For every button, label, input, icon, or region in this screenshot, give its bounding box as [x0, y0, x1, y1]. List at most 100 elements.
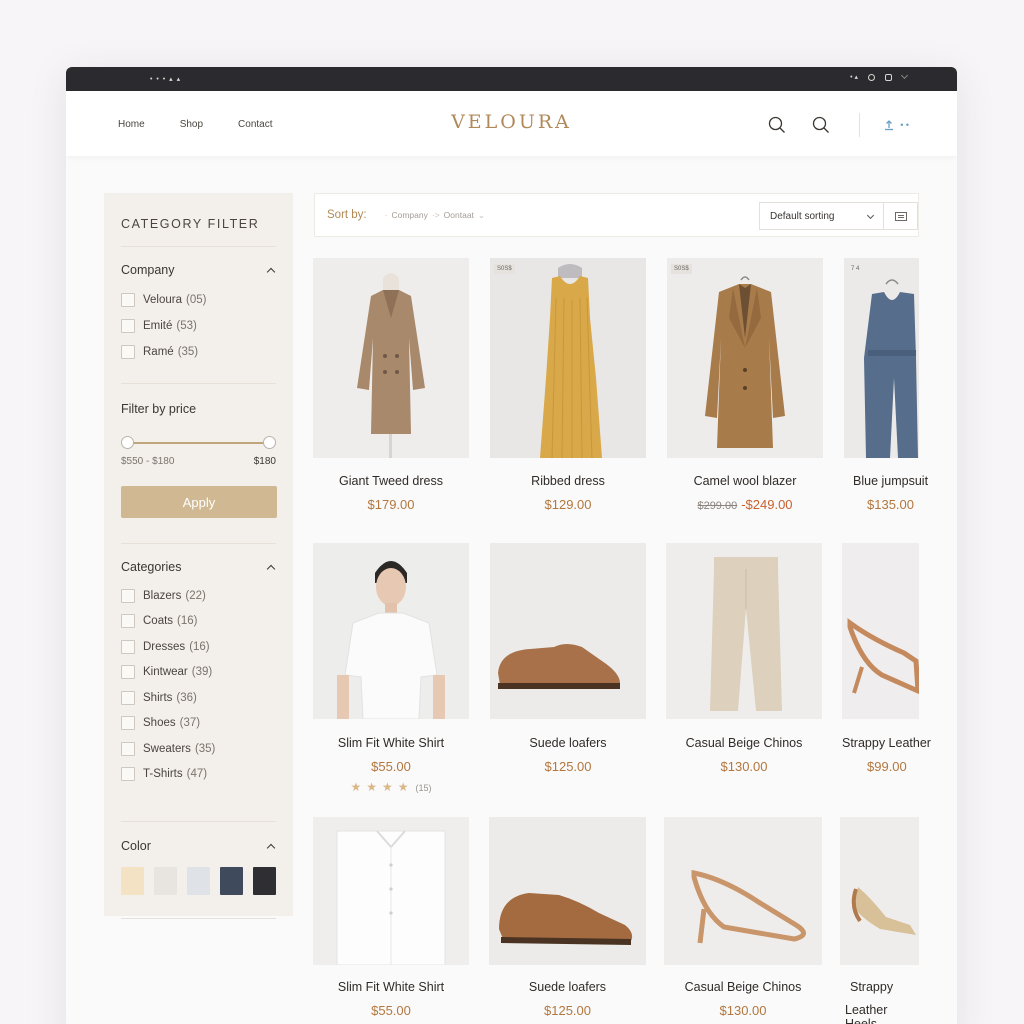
product-card[interactable]: S0S$ Camel wool blazer $299.00 -$249.00	[667, 258, 823, 512]
categories-filter-header[interactable]: Categories	[121, 560, 276, 574]
category-option[interactable]: Shirts (36)	[121, 685, 276, 711]
product-name[interactable]: Slim Fit White Shirt	[313, 736, 469, 750]
product-name[interactable]: Suede loafers	[490, 736, 646, 750]
checkbox[interactable]	[121, 588, 135, 603]
crumb-company[interactable]: Company	[391, 210, 427, 220]
checkbox[interactable]	[121, 293, 135, 307]
review-count: (15)	[415, 783, 432, 793]
color-swatch-navy[interactable]	[220, 867, 243, 895]
option-label: Blazers	[143, 589, 182, 602]
sort-select[interactable]: Default sorting	[759, 202, 884, 230]
product-name[interactable]: Strappy Leather	[842, 736, 931, 750]
product-card[interactable]: Casual Beige Chinos $130.00	[664, 817, 822, 1018]
product-name[interactable]: Giant Tweed dress	[313, 474, 469, 488]
option-count: (35)	[177, 346, 199, 358]
product-card[interactable]: Strappy Leather $99.00	[842, 543, 931, 774]
category-option[interactable]: T-Shirts (47)	[121, 762, 276, 788]
collapse-caret-icon[interactable]	[266, 564, 276, 573]
product-name[interactable]: Casual Beige Chinos	[666, 736, 822, 750]
browser-tab-icon[interactable]	[885, 73, 892, 81]
checkbox[interactable]	[121, 614, 135, 629]
collapse-caret-icon[interactable]	[266, 267, 276, 276]
option-label: Sweaters	[143, 742, 191, 755]
company-option[interactable]: Emité (53)	[121, 313, 276, 339]
product-card[interactable]: Giant Tweed dress $179.00	[313, 258, 469, 512]
product-card[interactable]: Casual Beige Chinos $130.00	[666, 543, 822, 774]
option-count: (53)	[176, 320, 197, 332]
option-count: (22)	[185, 589, 206, 602]
product-name[interactable]: Slim Fit White Shirt	[313, 980, 469, 994]
search-icon-secondary[interactable]	[811, 115, 831, 135]
product-image[interactable]	[490, 543, 646, 719]
color-filter-header[interactable]: Color	[121, 839, 276, 853]
account-icon	[885, 120, 894, 131]
product-name[interactable]: Strappy	[850, 980, 919, 994]
product-image[interactable]	[664, 817, 822, 965]
product-name[interactable]: Casual Beige Chinos	[664, 980, 822, 994]
price-range-slider[interactable]	[121, 436, 276, 450]
product-image[interactable]: 7 4	[844, 258, 919, 458]
price-range-text: $550 - $180	[121, 456, 175, 467]
category-option[interactable]: Shoes (37)	[121, 711, 276, 737]
browser-chrome: • • • ▴ ▴ • ▴	[66, 67, 957, 91]
checkbox[interactable]	[121, 345, 135, 359]
product-image[interactable]	[842, 543, 919, 719]
product-badge: S0S$	[494, 264, 515, 274]
checkbox[interactable]	[121, 665, 135, 680]
category-option[interactable]: Kintwear (39)	[121, 660, 276, 686]
sidebar-divider	[121, 543, 276, 544]
checkbox[interactable]	[121, 716, 135, 731]
slider-max-handle[interactable]	[263, 436, 276, 449]
product-name[interactable]: Blue jumpsuit	[853, 474, 928, 488]
checkbox[interactable]	[121, 319, 135, 333]
color-swatch-charcoal[interactable]	[253, 867, 276, 895]
product-image[interactable]	[313, 817, 469, 965]
color-swatch-cream[interactable]	[121, 867, 144, 895]
company-option[interactable]: Veloura (05)	[121, 287, 276, 313]
company-filter-header[interactable]: Company	[121, 263, 276, 277]
product-image[interactable]	[313, 258, 469, 458]
product-card[interactable]: Slim Fit White Shirt $55.00 ★★★★ (15)	[313, 543, 469, 794]
checkbox[interactable]	[121, 639, 135, 654]
browser-chevron-icon[interactable]	[900, 71, 909, 80]
account-menu[interactable]: • •	[884, 119, 909, 131]
product-image[interactable]	[840, 817, 919, 965]
option-count: (37)	[179, 717, 201, 730]
product-card[interactable]: Suede loafers $125.00	[490, 543, 646, 774]
category-option[interactable]: Sweaters (35)	[121, 736, 276, 762]
browser-search-icon[interactable]	[868, 73, 875, 81]
product-image[interactable]: S0S$	[490, 258, 646, 458]
category-option[interactable]: Blazers (22)	[121, 583, 276, 609]
header-actions: • •	[767, 113, 909, 137]
option-count: (36)	[176, 691, 197, 704]
checkbox[interactable]	[121, 767, 135, 782]
product-name[interactable]: Ribbed dress	[490, 474, 646, 488]
apply-button[interactable]: Apply	[121, 486, 277, 518]
slider-min-handle[interactable]	[121, 436, 134, 449]
product-card[interactable]: Suede loafers $125.00	[489, 817, 646, 1018]
camel-blazer-image	[705, 276, 785, 448]
product-image[interactable]: S0S$	[667, 258, 823, 458]
product-image[interactable]	[666, 543, 822, 719]
grid-view-button[interactable]	[884, 202, 918, 230]
company-option[interactable]: Ramé (35)	[121, 339, 276, 365]
product-card[interactable]: Strappy Leather Heels	[840, 817, 919, 1024]
product-name[interactable]: Camel wool blazer	[667, 474, 823, 488]
collapse-caret-icon[interactable]	[266, 843, 276, 852]
product-name[interactable]: Suede loafers	[489, 980, 646, 994]
product-card[interactable]: Slim Fit White Shirt $55.00	[313, 817, 469, 1018]
checkbox[interactable]	[121, 690, 135, 705]
suede-loafer-image	[498, 644, 620, 689]
search-icon[interactable]	[767, 115, 787, 135]
checkbox[interactable]	[121, 741, 135, 756]
color-heading: Color	[121, 839, 151, 853]
color-swatch-light-grey[interactable]	[154, 867, 177, 895]
category-option[interactable]: Coats (16)	[121, 609, 276, 635]
product-card[interactable]: 7 4 Blue jumpsuit $135.00	[844, 258, 928, 512]
color-swatch-pale-blue[interactable]	[187, 867, 210, 895]
product-image[interactable]	[313, 543, 469, 719]
category-option[interactable]: Dresses (16)	[121, 634, 276, 660]
product-card[interactable]: S0S$ Ribbed dress $129.00	[490, 258, 646, 512]
crumb-contact[interactable]: Oontaat	[444, 210, 474, 220]
product-image[interactable]	[489, 817, 646, 965]
